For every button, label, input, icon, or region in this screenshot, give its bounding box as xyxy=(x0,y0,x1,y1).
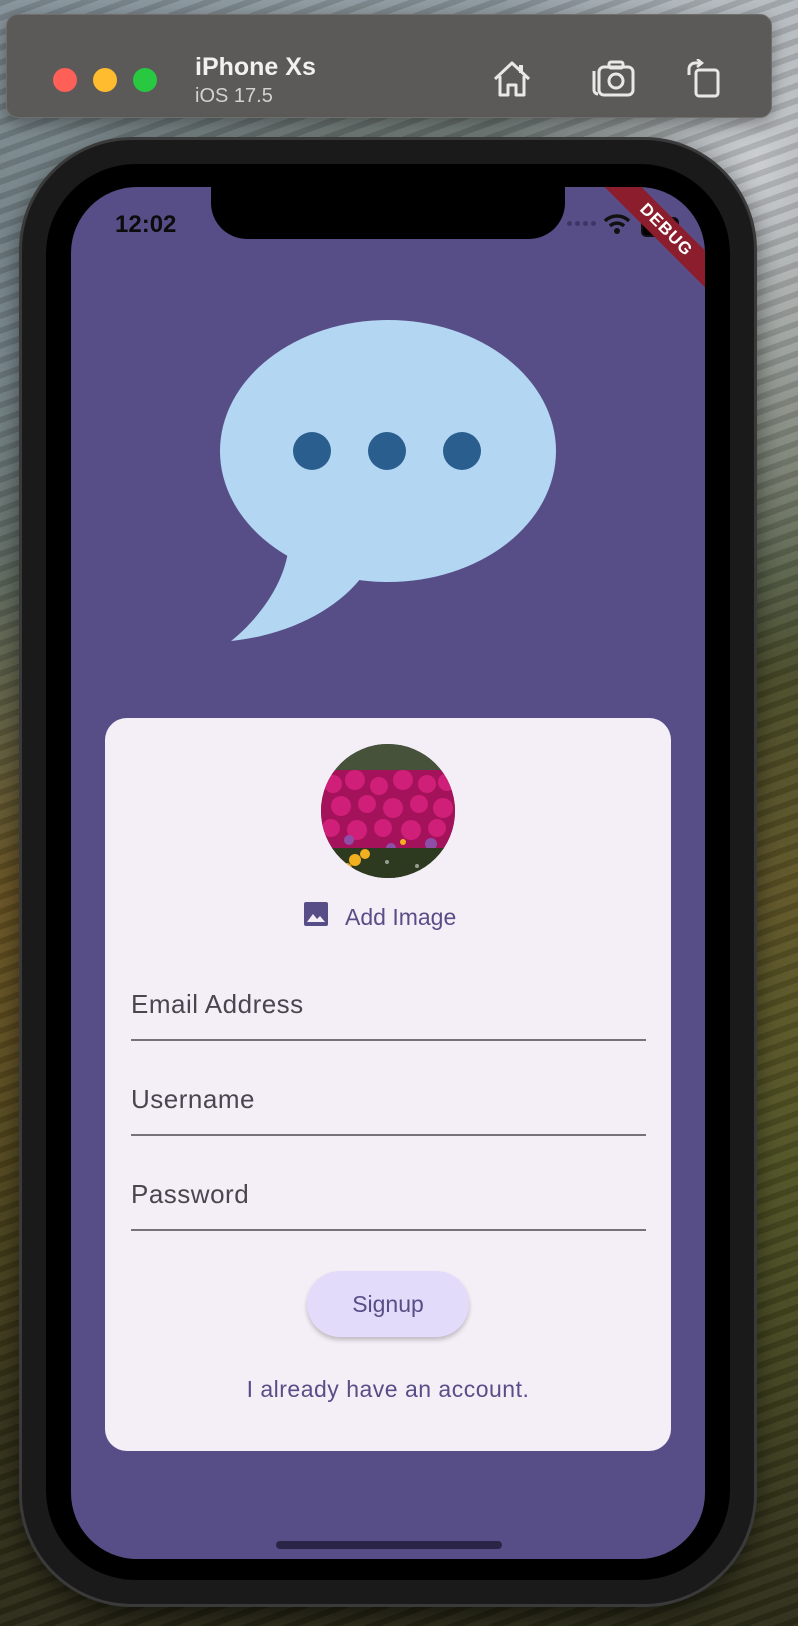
username-input[interactable] xyxy=(131,1064,646,1134)
home-icon[interactable] xyxy=(491,59,533,99)
add-image-label: Add Image xyxy=(345,903,457,930)
signup-card: Add Image Signup I already have an accou… xyxy=(105,718,671,1451)
login-link[interactable]: I already have an account. xyxy=(105,1376,671,1403)
home-indicator[interactable] xyxy=(276,1541,502,1549)
avatar[interactable] xyxy=(321,744,455,878)
device-os-version: iOS 17.5 xyxy=(195,85,273,107)
notch xyxy=(211,187,565,239)
app-screen: 12:02 DEBUG Add Image Email Address User… xyxy=(71,187,705,1559)
username-field[interactable] xyxy=(131,1064,646,1136)
password-input[interactable] xyxy=(131,1159,646,1229)
email-field[interactable] xyxy=(131,969,646,1041)
simulator-toolbar: iPhone Xs iOS 17.5 xyxy=(6,14,772,118)
cellular-icon xyxy=(567,221,596,226)
minimize-window-button[interactable] xyxy=(93,68,117,92)
device-name: iPhone Xs xyxy=(195,53,316,81)
screenshot-icon[interactable] xyxy=(591,59,637,99)
password-field[interactable] xyxy=(131,1159,646,1231)
rotate-icon[interactable] xyxy=(685,59,723,99)
zoom-window-button[interactable] xyxy=(133,68,157,92)
close-window-button[interactable] xyxy=(53,68,77,92)
add-image-button[interactable]: Add Image xyxy=(303,902,456,932)
status-time: 12:02 xyxy=(115,211,177,238)
image-icon xyxy=(303,901,329,933)
email-input[interactable] xyxy=(131,969,646,1039)
signup-button[interactable]: Signup xyxy=(307,1271,469,1337)
wifi-icon xyxy=(603,213,631,240)
chat-bubble-icon xyxy=(219,319,557,648)
